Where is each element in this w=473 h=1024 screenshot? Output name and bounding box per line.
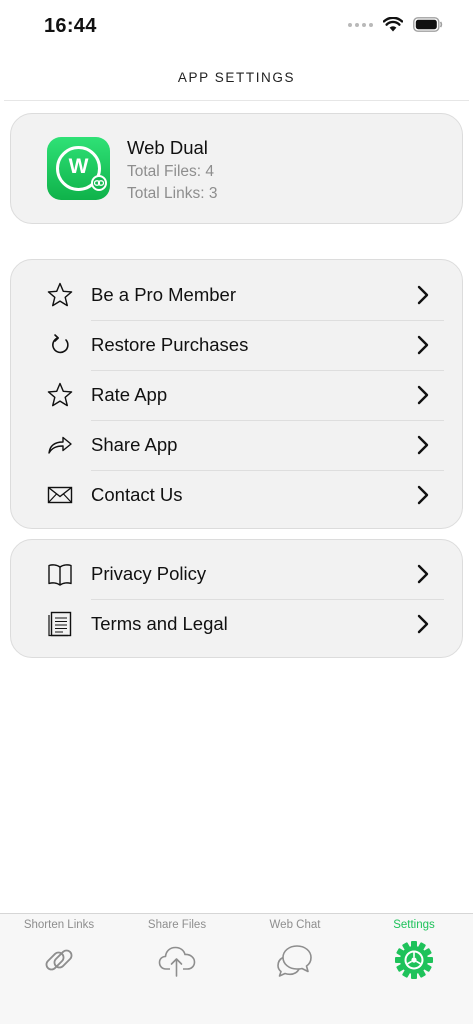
tab-label: Shorten Links bbox=[23, 919, 95, 931]
menu-item-label: Rate App bbox=[91, 384, 168, 405]
menu-item-label: Restore Purchases bbox=[91, 334, 249, 355]
book-icon bbox=[48, 564, 72, 586]
menu-item-restore-purchases[interactable]: Restore Purchases bbox=[11, 320, 464, 370]
gear-icon bbox=[395, 941, 433, 979]
menu-item-rate-app[interactable]: Rate App bbox=[11, 370, 464, 420]
app-info-card: W Web Dual Total Files: 4 Total Links: 3 bbox=[10, 113, 463, 224]
total-links-count: Total Links: 3 bbox=[127, 185, 218, 202]
menu-item-label: Terms and Legal bbox=[91, 613, 228, 634]
menu-item-label: Contact Us bbox=[91, 484, 183, 505]
menu-item-label: Share App bbox=[91, 434, 178, 455]
menu-item-privacy-policy[interactable]: Privacy Policy bbox=[11, 549, 464, 599]
tab-label: Settings bbox=[393, 919, 435, 931]
chevron-right-icon bbox=[417, 335, 429, 355]
envelope-icon bbox=[47, 486, 73, 504]
cloud-upload-icon bbox=[158, 946, 196, 977]
tab-settings[interactable]: Settings bbox=[355, 914, 473, 1004]
chevron-right-icon bbox=[417, 435, 429, 455]
tab-web-chat[interactable]: Web Chat bbox=[236, 914, 354, 1004]
star-icon bbox=[47, 282, 73, 307]
menu-item-share-app[interactable]: Share App bbox=[11, 420, 464, 470]
tab-shorten-links[interactable]: Shorten Links bbox=[0, 914, 118, 1004]
chevron-right-icon bbox=[417, 564, 429, 584]
chevron-right-icon bbox=[417, 614, 429, 634]
chevron-right-icon bbox=[417, 385, 429, 405]
status-bar: 16:44 bbox=[0, 0, 473, 56]
page-title: APP SETTINGS bbox=[177, 70, 296, 85]
menu-item-pro-member[interactable]: Be a Pro Member bbox=[11, 270, 464, 320]
tab-label: Web Chat bbox=[269, 919, 321, 931]
tab-label: Share Files bbox=[147, 919, 207, 931]
tab-share-files[interactable]: Share Files bbox=[118, 914, 236, 1004]
menu-item-contact-us[interactable]: Contact Us bbox=[11, 470, 464, 520]
wifi-icon bbox=[383, 17, 403, 32]
share-arrow-icon bbox=[48, 436, 72, 454]
menu-item-label: Be a Pro Member bbox=[91, 284, 236, 305]
chevron-right-icon bbox=[417, 485, 429, 505]
tab-bar: Shorten Links Share Files Web Chat Setti… bbox=[0, 913, 473, 1024]
menu-item-label: Privacy Policy bbox=[91, 563, 207, 584]
document-icon bbox=[48, 611, 72, 637]
menu-item-terms-legal[interactable]: Terms and Legal bbox=[11, 599, 464, 649]
menu-group-legal: Privacy Policy Terms and Legal bbox=[10, 539, 463, 658]
status-icons bbox=[348, 17, 443, 32]
app-logo: W bbox=[47, 137, 110, 200]
battery-icon bbox=[413, 17, 443, 32]
status-time: 16:44 bbox=[44, 15, 97, 37]
cellular-signal-icon bbox=[348, 22, 373, 27]
restore-icon bbox=[52, 334, 69, 354]
chat-bubbles-icon bbox=[277, 945, 312, 977]
star-icon bbox=[47, 382, 73, 407]
link-icon bbox=[45, 949, 73, 971]
link-badge-icon bbox=[91, 175, 107, 191]
chevron-right-icon bbox=[417, 285, 429, 305]
menu-group-purchases: Be a Pro Member Restore Purchases Rate A… bbox=[10, 259, 463, 529]
app-name: Web Dual bbox=[127, 137, 208, 158]
header-divider bbox=[4, 100, 469, 101]
total-files-count: Total Files: 4 bbox=[127, 163, 215, 180]
